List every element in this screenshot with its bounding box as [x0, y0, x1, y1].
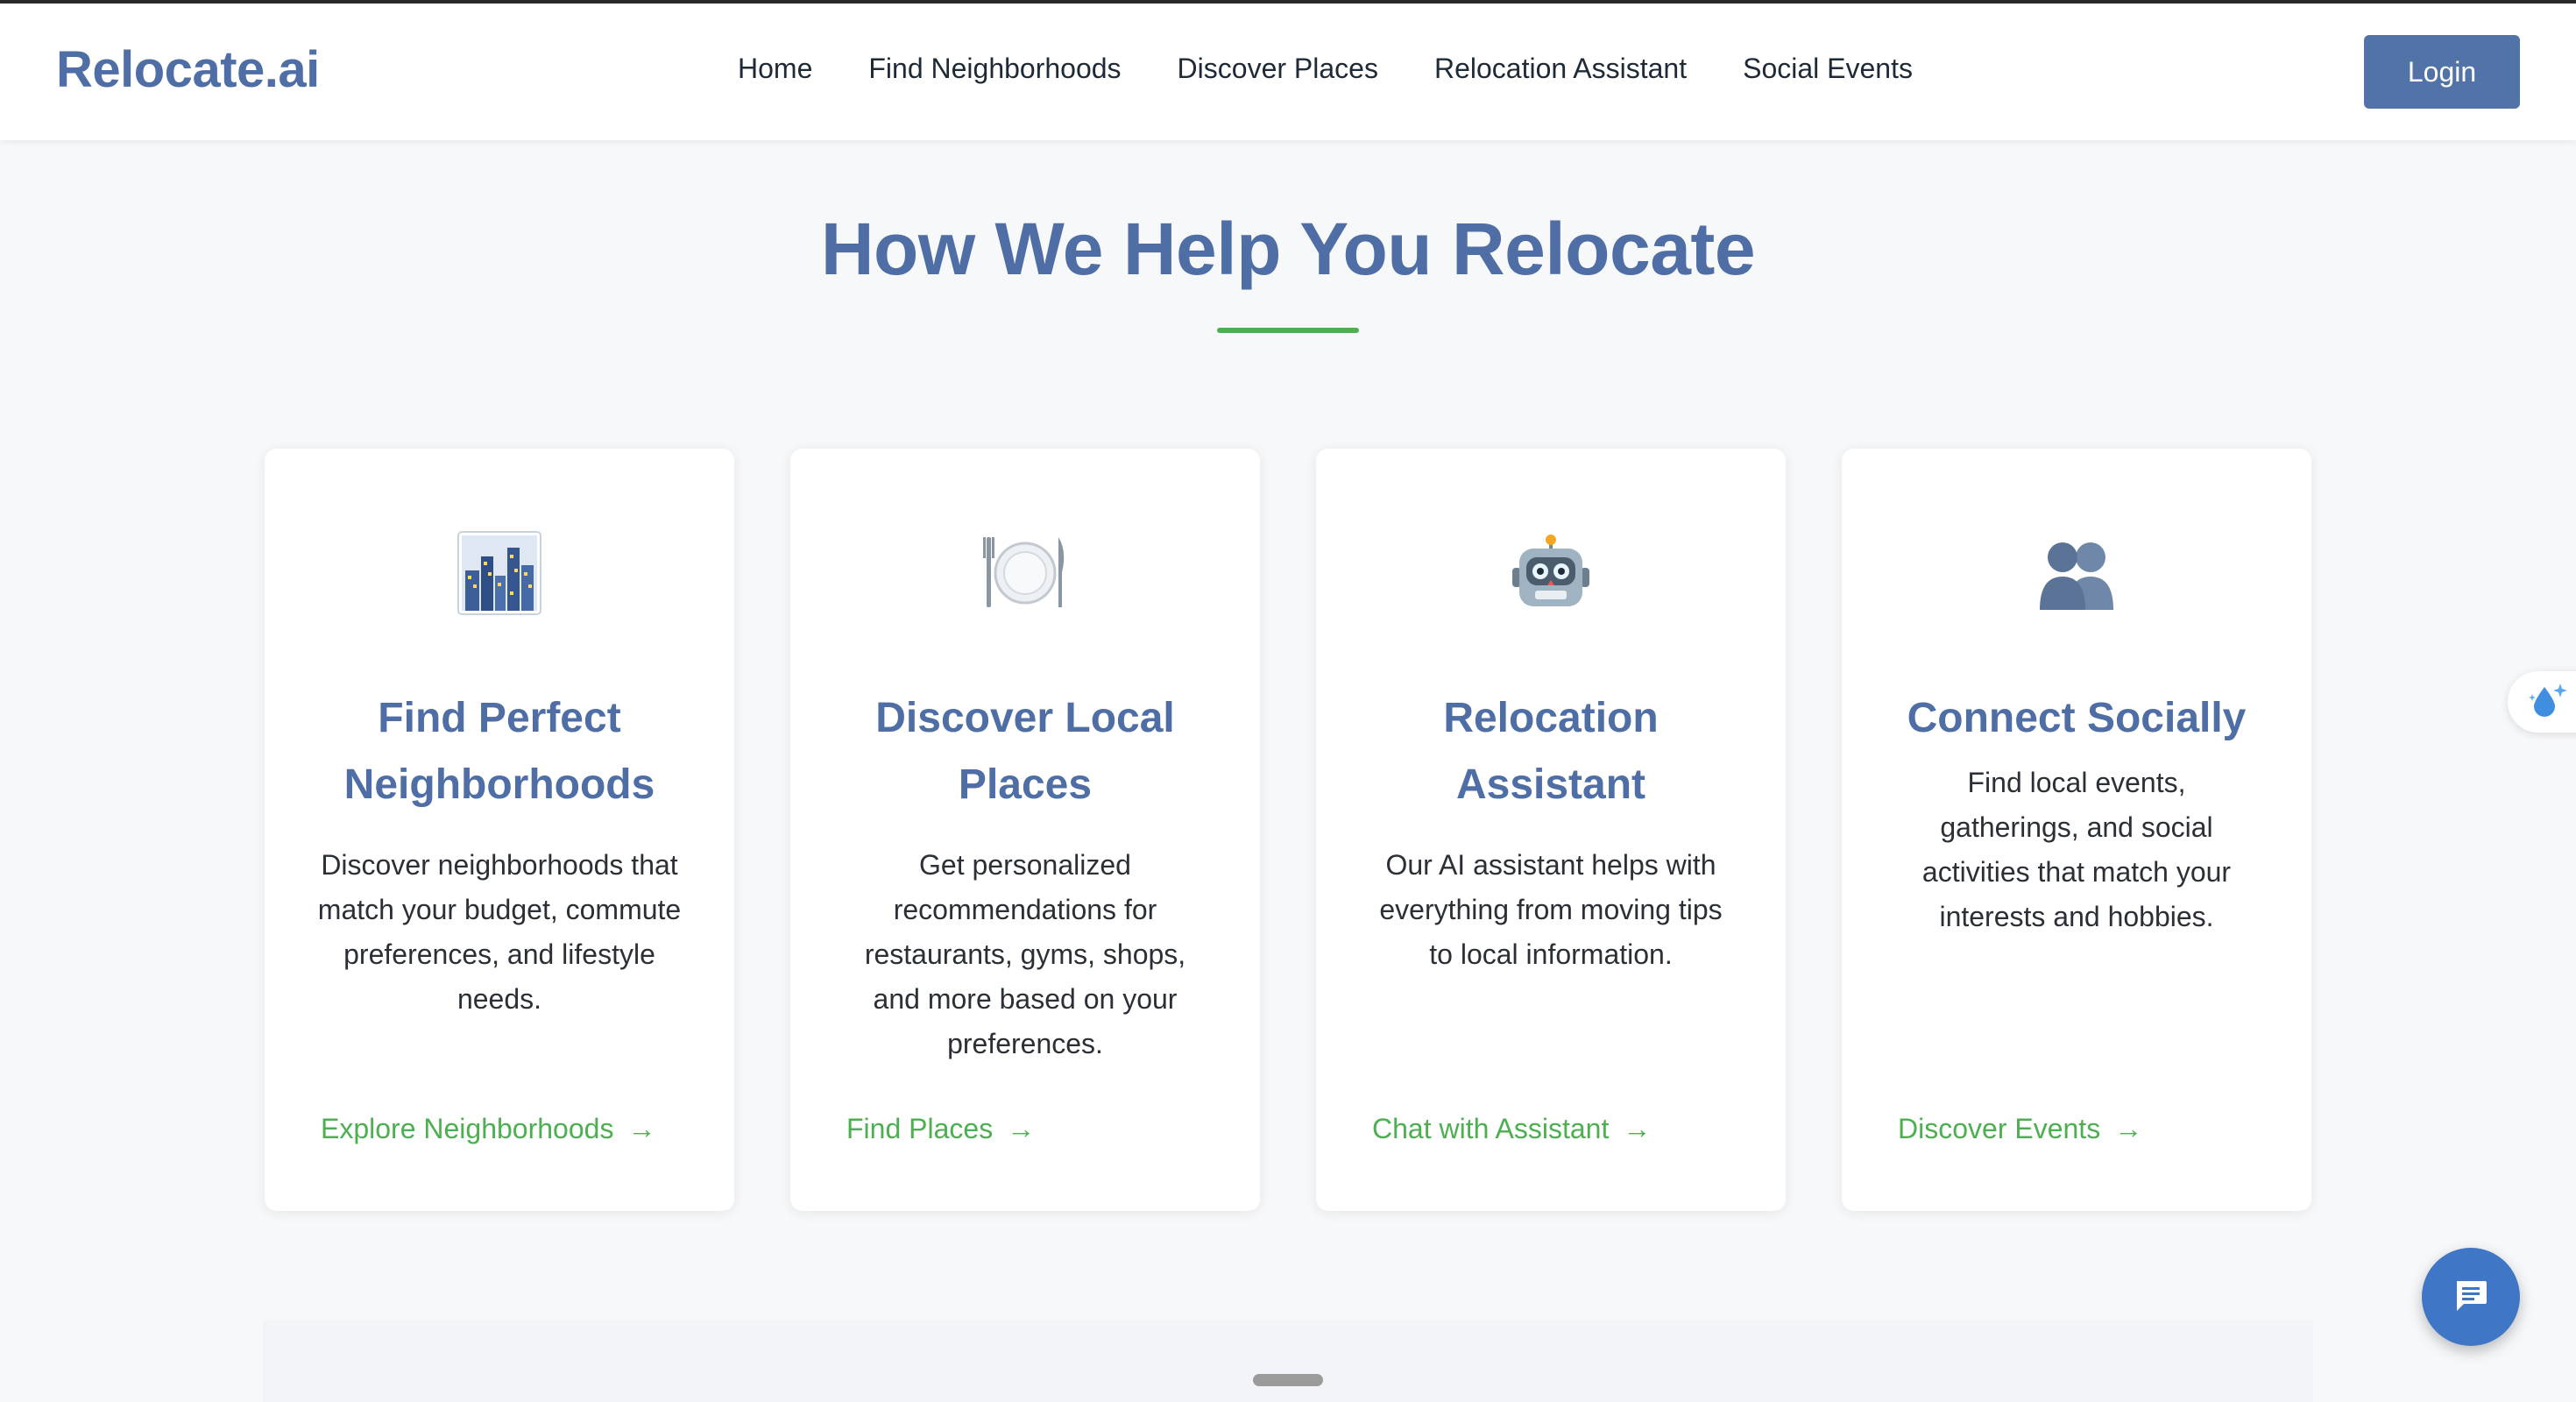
card-description: Our AI assistant helps with everything f…	[1379, 849, 1723, 970]
card-description: Find local events, gatherings, and socia…	[1921, 767, 2232, 932]
cta-label: Discover Events	[1898, 1113, 2101, 1144]
main-nav: Home Find Neighborhoods Discover Places …	[738, 53, 1913, 85]
login-button[interactable]: Login	[2364, 35, 2520, 109]
next-section-preview	[263, 1320, 2313, 1402]
discover-events-link[interactable]: Discover Events →	[1898, 1113, 2142, 1145]
cta-label: Explore Neighborhoods	[321, 1113, 614, 1144]
section-title: How We Help You Relocate	[820, 208, 1756, 290]
arrow-right-icon: →	[1007, 1113, 1036, 1144]
nav-social-events[interactable]: Social Events	[1743, 53, 1913, 85]
cta-label: Chat with Assistant	[1372, 1113, 1610, 1144]
site-header: Relocate.ai Home Find Neighborhoods Disc…	[0, 4, 2576, 140]
card-title: Connect Socially	[1907, 695, 2247, 741]
cityscape-icon	[456, 529, 543, 617]
plate-fork-knife-icon	[981, 529, 1069, 617]
people-icon	[2033, 529, 2120, 617]
card-description: Discover neighborhoods that match your b…	[317, 849, 682, 1015]
page: Relocate.ai Home Find Neighborhoods Disc…	[0, 0, 2576, 1402]
nav-home[interactable]: Home	[738, 53, 812, 85]
feature-card-neighborhoods: Find Perfect Neighborhoods Discover neig…	[265, 449, 734, 1211]
scroll-indicator[interactable]	[1253, 1374, 1323, 1386]
robot-icon	[1507, 529, 1595, 617]
chat-with-assistant-link[interactable]: Chat with Assistant →	[1372, 1113, 1651, 1145]
feature-card-places: Discover Local Places Get personalized r…	[790, 449, 1260, 1211]
nav-discover-places[interactable]: Discover Places	[1178, 53, 1378, 85]
card-title: Find Perfect Neighborhoods	[343, 695, 655, 808]
nav-find-neighborhoods[interactable]: Find Neighborhoods	[868, 53, 1121, 85]
chat-fab-button[interactable]	[2422, 1248, 2520, 1346]
arrow-right-icon: →	[1623, 1113, 1652, 1144]
feature-card-assistant: Relocation Assistant Our AI assistant he…	[1316, 449, 1786, 1211]
droplet-sparkle-icon	[2527, 680, 2567, 725]
card-title: Discover Local Places	[875, 695, 1175, 808]
explore-neighborhoods-link[interactable]: Explore Neighborhoods →	[321, 1113, 655, 1145]
arrow-right-icon: →	[627, 1113, 656, 1144]
nav-relocation-assistant[interactable]: Relocation Assistant	[1434, 53, 1687, 85]
brand-logo[interactable]: Relocate.ai	[56, 40, 320, 99]
card-description: Get personalized recommendations for res…	[864, 849, 1186, 1059]
arrow-right-icon: →	[2114, 1113, 2143, 1144]
side-widget-tab[interactable]	[2508, 671, 2576, 733]
card-title: Relocation Assistant	[1443, 695, 1659, 808]
find-places-link[interactable]: Find Places →	[846, 1113, 1035, 1145]
title-underline	[1217, 328, 1359, 333]
feature-card-social: Connect Socially Find local events, gath…	[1842, 449, 2311, 1211]
chat-bubble-icon	[2452, 1276, 2490, 1319]
cta-label: Find Places	[846, 1113, 994, 1144]
